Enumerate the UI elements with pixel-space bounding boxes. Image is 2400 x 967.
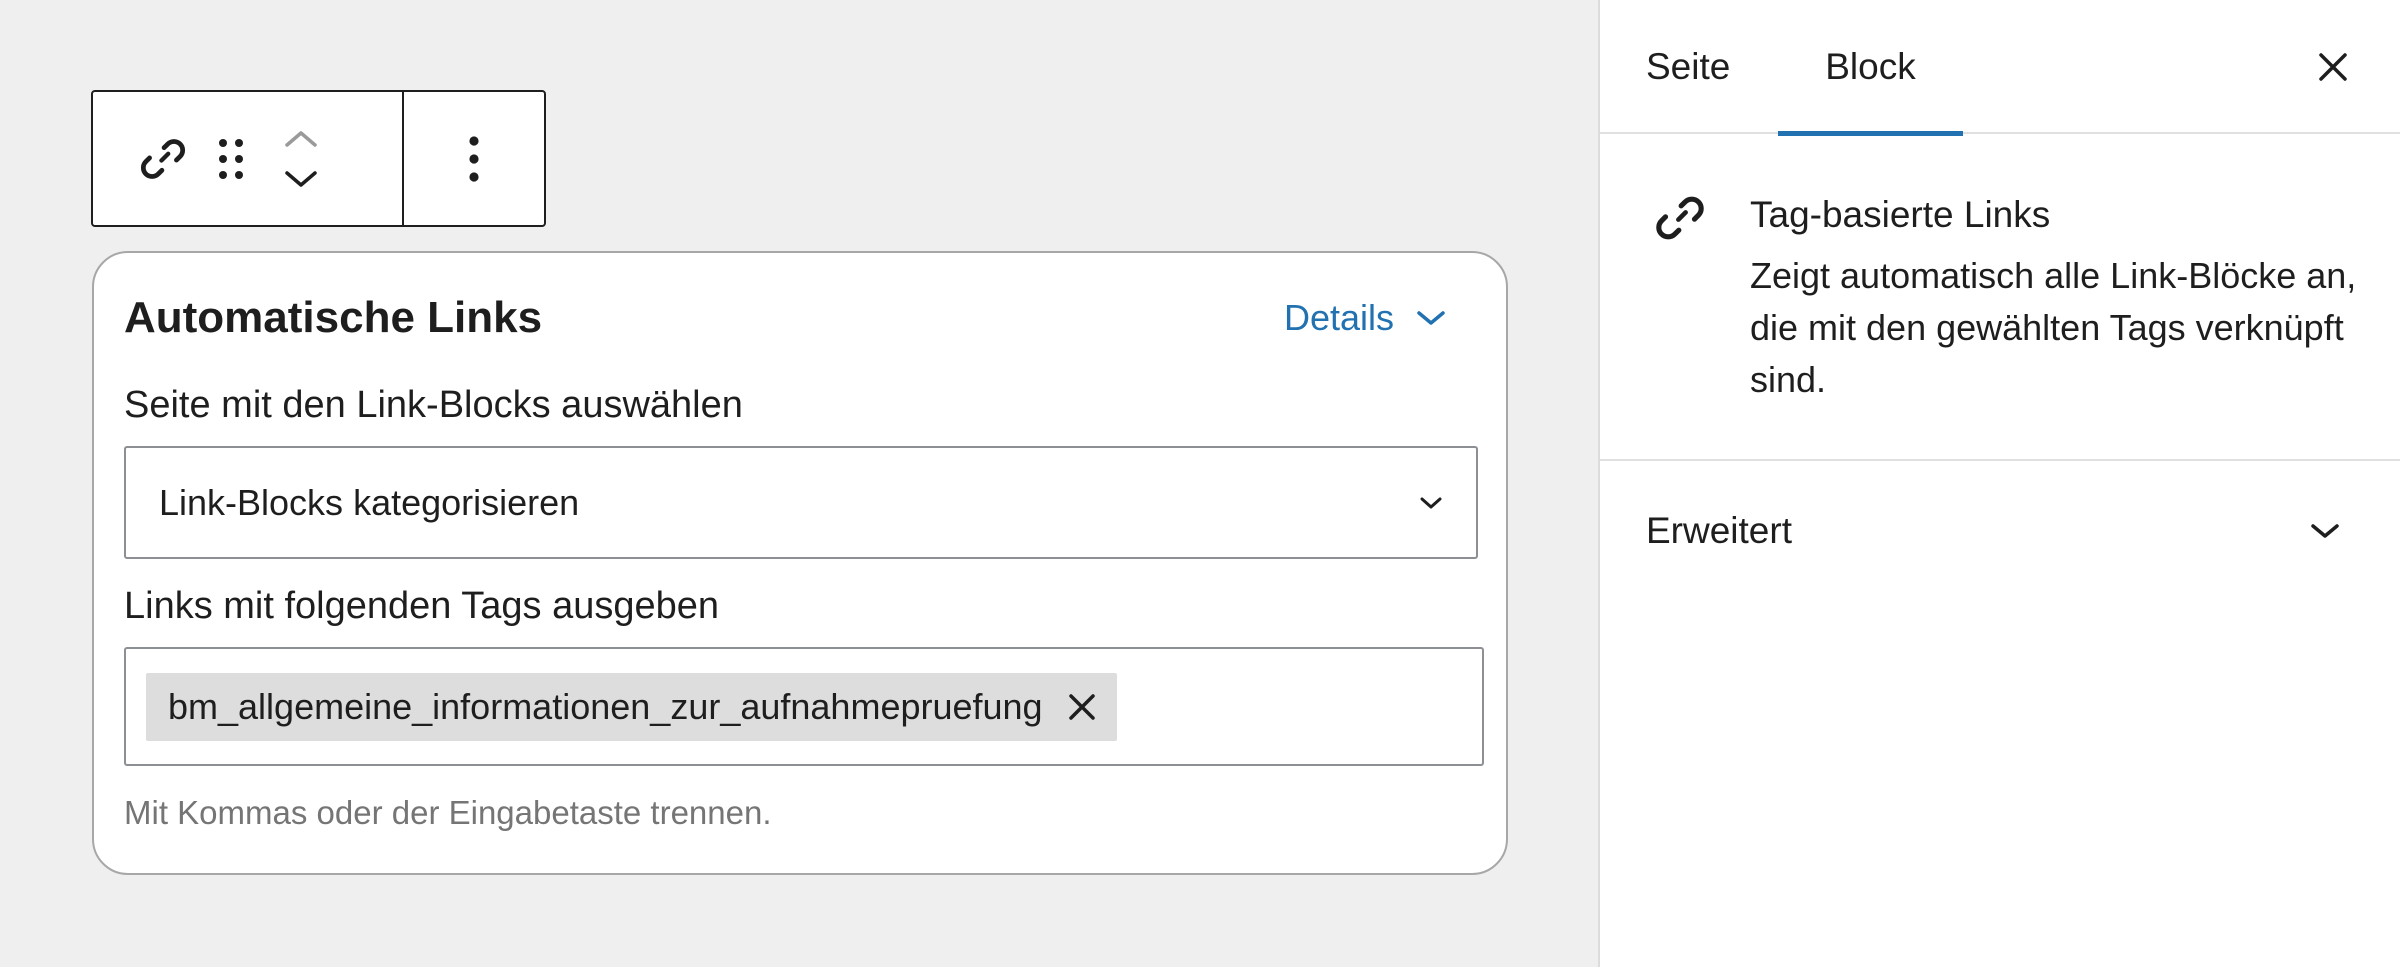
chevron-down-icon bbox=[285, 170, 317, 187]
block-toolbar-more-group bbox=[404, 92, 544, 225]
editor-canvas: Automatische Links Details Seite mit den… bbox=[0, 0, 1598, 967]
more-vertical-icon bbox=[469, 135, 479, 182]
page-select-value: Link-Blocks kategorisieren bbox=[159, 481, 580, 523]
chevron-up-icon bbox=[285, 130, 317, 147]
chevron-down-icon bbox=[2311, 524, 2339, 538]
move-down-button[interactable] bbox=[271, 159, 331, 199]
drag-handle-icon bbox=[219, 138, 243, 179]
block-toolbar bbox=[91, 90, 546, 227]
close-icon bbox=[2319, 53, 2347, 81]
chevron-down-icon bbox=[1420, 497, 1442, 508]
advanced-panel-toggle[interactable]: Erweitert bbox=[1600, 461, 2400, 601]
block-type-link-button[interactable] bbox=[133, 129, 193, 189]
close-icon bbox=[1068, 693, 1095, 720]
settings-sidebar: Seite Block Tag-basierte Links Zeigt aut… bbox=[1598, 0, 2400, 967]
page-select-label: Seite mit den Link-Blocks auswählen bbox=[124, 384, 743, 426]
block-info-description: Zeigt automatisch alle Link-Blöcke an, d… bbox=[1750, 255, 2357, 400]
remove-tag-button[interactable] bbox=[1061, 686, 1103, 728]
advanced-panel-title: Erweitert bbox=[1646, 510, 1792, 551]
chevron-down-icon bbox=[1417, 311, 1445, 325]
tag-token: bm_allgemeine_informationen_zur_aufnahme… bbox=[146, 672, 1117, 741]
tags-label: Links mit folgenden Tags ausgeben bbox=[124, 585, 720, 627]
automatic-links-block[interactable]: Automatische Links Details Seite mit den… bbox=[92, 251, 1508, 875]
block-toolbar-main-group bbox=[93, 92, 404, 225]
tab-block[interactable]: Block bbox=[1778, 0, 1963, 136]
block-title: Automatische Links bbox=[124, 293, 543, 342]
block-card-info: Tag-basierte Links Zeigt automatisch all… bbox=[1600, 134, 2400, 461]
tag-token-text: bm_allgemeine_informationen_zur_aufnahme… bbox=[168, 685, 1043, 727]
close-sidebar-button[interactable] bbox=[2310, 44, 2356, 90]
details-label: Details bbox=[1283, 297, 1394, 338]
move-up-button[interactable] bbox=[271, 119, 331, 159]
block-movers bbox=[271, 119, 331, 199]
block-options-button[interactable] bbox=[464, 133, 484, 185]
block-info-title: Tag-basierte Links bbox=[1750, 194, 2051, 235]
tab-seite[interactable]: Seite bbox=[1646, 0, 1730, 134]
drag-handle-button[interactable] bbox=[201, 129, 261, 189]
link-icon bbox=[1656, 196, 1704, 240]
page-select[interactable]: Link-Blocks kategorisieren bbox=[124, 446, 1478, 559]
link-icon bbox=[140, 138, 186, 179]
tags-token-field[interactable]: bm_allgemeine_informationen_zur_aufnahme… bbox=[124, 647, 1484, 766]
tags-help-text: Mit Kommas oder der Eingabetaste trennen… bbox=[124, 794, 772, 831]
sidebar-tabs: Seite Block bbox=[1600, 0, 2400, 136]
details-toggle-button[interactable]: Details bbox=[1284, 297, 1448, 339]
